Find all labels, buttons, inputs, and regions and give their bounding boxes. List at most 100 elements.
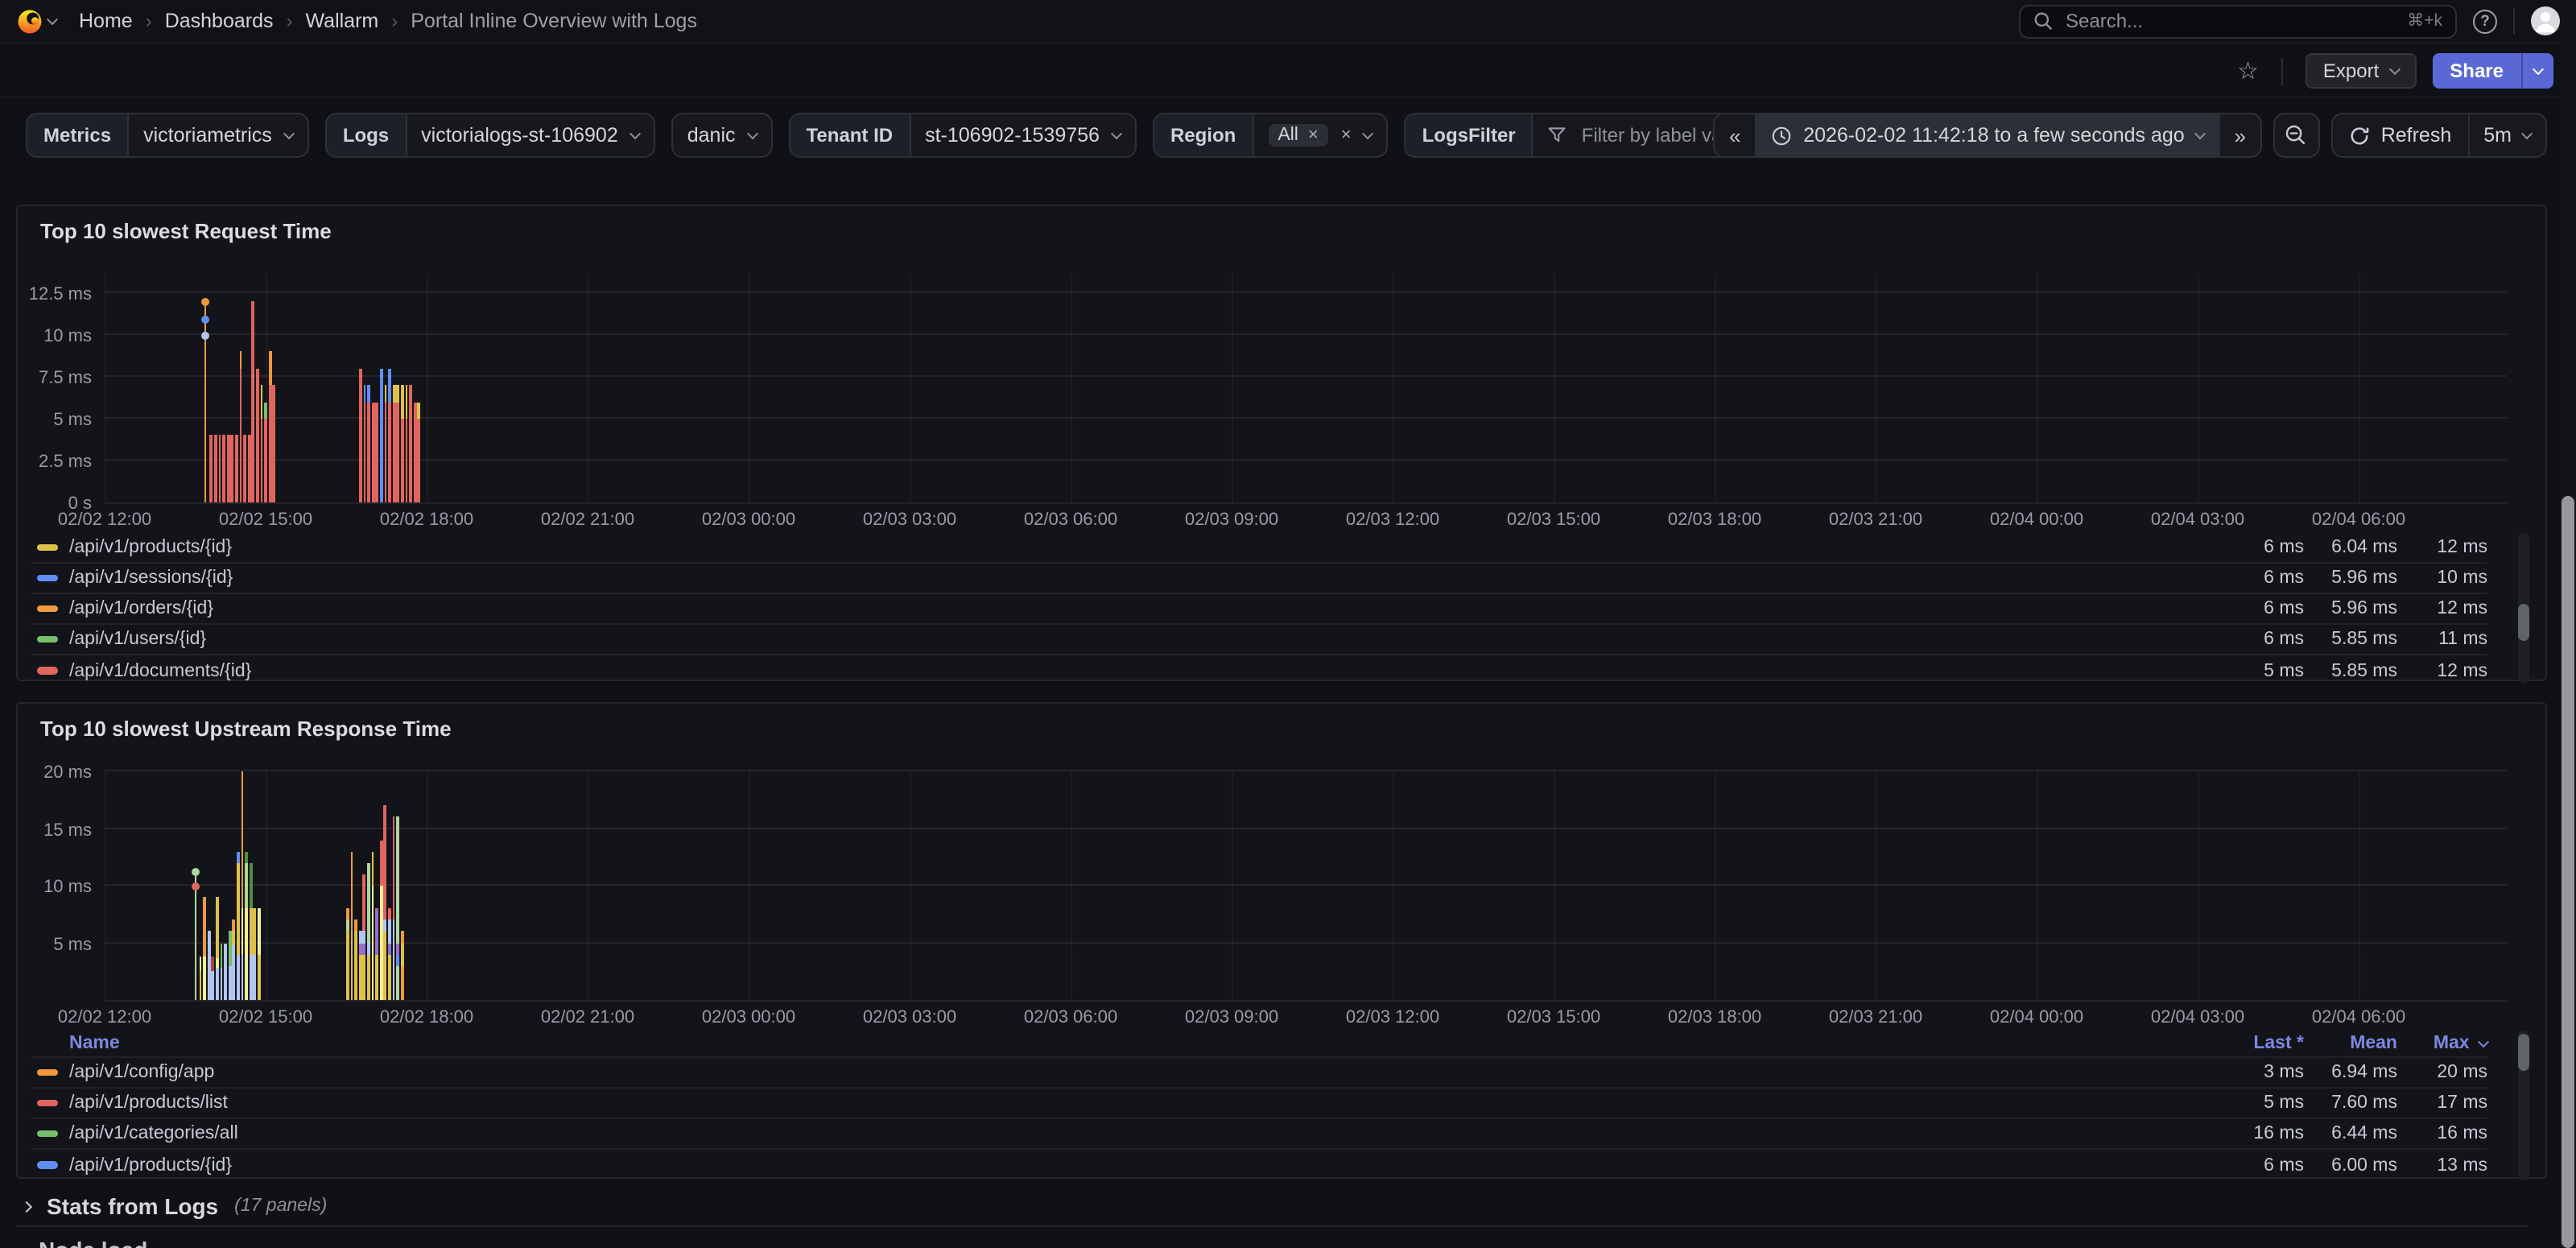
page-scrollbar-thumb[interactable]: [2562, 496, 2574, 1248]
series-color-pill: [37, 667, 58, 675]
x-tick-label: 02/03 06:00: [1024, 510, 1117, 530]
search-input[interactable]: [2062, 8, 2397, 34]
bar-segment: [396, 817, 399, 943]
time-back-button[interactable]: «: [1715, 114, 1755, 156]
plot-area[interactable]: [105, 771, 2507, 1002]
legend-scrollbar[interactable]: [2518, 533, 2529, 683]
legend-row[interactable]: /api/v1/products/{id}6 ms6.04 ms12 ms: [31, 533, 2487, 564]
bar-stack: [203, 897, 206, 1000]
bar-stack: [401, 932, 404, 1000]
nav-divider: [2513, 8, 2515, 34]
bar-segment: [229, 932, 232, 966]
row-stats-from-logs[interactable]: Stats from Logs (17 panels): [16, 1187, 2528, 1227]
star-icon[interactable]: ☆: [2237, 59, 2259, 83]
legend-row[interactable]: /api/v1/config/app3 ms6.94 ms20 ms: [31, 1058, 2487, 1089]
bar-stack: [384, 806, 387, 1000]
page-scrollbar[interactable]: [2560, 0, 2576, 1248]
bar-stack: [414, 402, 417, 502]
bar-segment: [392, 817, 395, 920]
x-tick-label: 02/03 12:00: [1346, 510, 1439, 530]
breadcrumb-home[interactable]: Home: [79, 10, 133, 32]
metrics-select[interactable]: victoriametrics: [129, 114, 308, 156]
bar-segment: [350, 932, 353, 1000]
zoom-out-button[interactable]: [2273, 113, 2320, 158]
legend-header-last[interactable]: Last *: [2211, 1034, 2304, 1053]
refresh-interval-button[interactable]: 5m: [2469, 114, 2545, 156]
region-chip[interactable]: All ×: [1268, 124, 1327, 147]
legend-scrollbar[interactable]: [2518, 1031, 2529, 1180]
variables-row: Metrics victoriametrics Logs victorialog…: [26, 113, 1793, 158]
legend-row[interactable]: /api/v1/orders/{id}6 ms5.96 ms12 ms: [31, 594, 2487, 625]
legend-header-max[interactable]: Max: [2397, 1034, 2487, 1053]
bar-segment: [384, 920, 387, 932]
breadcrumb-current: Portal Inline Overview with Logs: [411, 10, 697, 32]
bar-segment: [222, 436, 225, 502]
gridline: [1554, 274, 1555, 502]
bar-segment: [409, 385, 412, 502]
legend-row[interactable]: /api/v1/sessions/{id}6 ms5.96 ms10 ms: [31, 564, 2487, 594]
legend-row[interactable]: /api/v1/documents/{id}5 ms5.85 ms12 ms: [31, 655, 2487, 686]
search-box[interactable]: ⌘+k: [2019, 4, 2457, 38]
bar-segment: [231, 436, 234, 502]
series-name: /api/v1/orders/{id}: [37, 599, 2211, 618]
x-tick-label: 02/03 00:00: [702, 510, 795, 530]
help-icon[interactable]: ?: [2473, 9, 2497, 33]
series-color-pill: [37, 1162, 58, 1169]
legend-row[interactable]: /api/v1/categories/all16 ms6.44 ms16 ms: [31, 1119, 2487, 1150]
region-select[interactable]: All × ×: [1253, 114, 1386, 156]
time-range-button[interactable]: 2026-02-02 11:42:18 to a few seconds ago: [1755, 114, 2220, 156]
share-button[interactable]: Share: [2432, 53, 2521, 89]
bar-stack: [235, 436, 238, 502]
bar-stack: [195, 874, 196, 1000]
datasource-select[interactable]: danic: [673, 114, 771, 156]
chip-remove-icon[interactable]: ×: [1308, 126, 1319, 144]
export-button[interactable]: Export: [2306, 53, 2416, 89]
breadcrumb-folder[interactable]: Wallarm: [306, 10, 379, 32]
gridline: [2198, 274, 2199, 502]
bar-stack: [380, 840, 383, 1000]
bar-segment: [401, 943, 404, 965]
bar-segment: [363, 954, 366, 1000]
legend-row[interactable]: /api/v1/products/{id}6 ms6.00 ms13 ms: [31, 1150, 2487, 1180]
legend-header-mean[interactable]: Mean: [2304, 1034, 2397, 1053]
tenant-select[interactable]: st-106902-1539756: [910, 114, 1135, 156]
panel-title[interactable]: Top 10 slowest Upstream Response Time: [40, 717, 452, 741]
y-axis-labels: 20 ms15 ms10 ms5 ms: [18, 771, 92, 1002]
bar-stack: [260, 385, 263, 502]
series-color-pill: [37, 1069, 58, 1077]
gridline: [2037, 771, 2038, 1000]
panel-title[interactable]: Top 10 slowest Request Time: [40, 219, 332, 243]
clear-icon[interactable]: ×: [1341, 126, 1352, 144]
bar-segment: [376, 402, 379, 502]
gridline: [105, 884, 2507, 886]
bar-segment: [264, 402, 267, 419]
series-last: 6 ms: [2211, 1155, 2304, 1175]
series-last: 6 ms: [2211, 538, 2304, 557]
bar-segment: [237, 954, 240, 1000]
bar-segment: [212, 970, 215, 1000]
x-tick-label: 02/03 06:00: [1024, 1008, 1117, 1027]
org-switcher[interactable]: [16, 7, 56, 35]
logs-select[interactable]: victorialogs-st-106902: [407, 114, 654, 156]
series-last: 6 ms: [2211, 630, 2304, 649]
bar-segment: [367, 863, 370, 943]
share-menu-button[interactable]: [2521, 53, 2553, 89]
time-forward-button[interactable]: »: [2220, 114, 2260, 156]
bar-segment: [241, 908, 244, 954]
bar-segment: [405, 385, 408, 419]
bar-stack: [397, 385, 400, 502]
legend-scrollbar-thumb[interactable]: [2518, 604, 2529, 641]
refresh-button[interactable]: Refresh: [2333, 114, 2468, 156]
bar-segment: [258, 908, 261, 954]
legend-row[interactable]: /api/v1/users/{id}6 ms5.85 ms11 ms: [31, 625, 2487, 655]
legend-scrollbar-thumb[interactable]: [2518, 1034, 2529, 1071]
user-avatar[interactable]: [2531, 6, 2560, 35]
legend-header-name[interactable]: Name: [37, 1034, 2211, 1053]
series-max: 12 ms: [2397, 538, 2487, 557]
breadcrumb-dashboards[interactable]: Dashboards: [165, 10, 274, 32]
chevron-down-icon: [1363, 127, 1374, 138]
point-marker: [192, 882, 200, 890]
chevron-down-icon: [2521, 127, 2533, 138]
plot-area[interactable]: [105, 274, 2507, 504]
legend-row[interactable]: /api/v1/products/list5 ms7.60 ms17 ms: [31, 1089, 2487, 1119]
